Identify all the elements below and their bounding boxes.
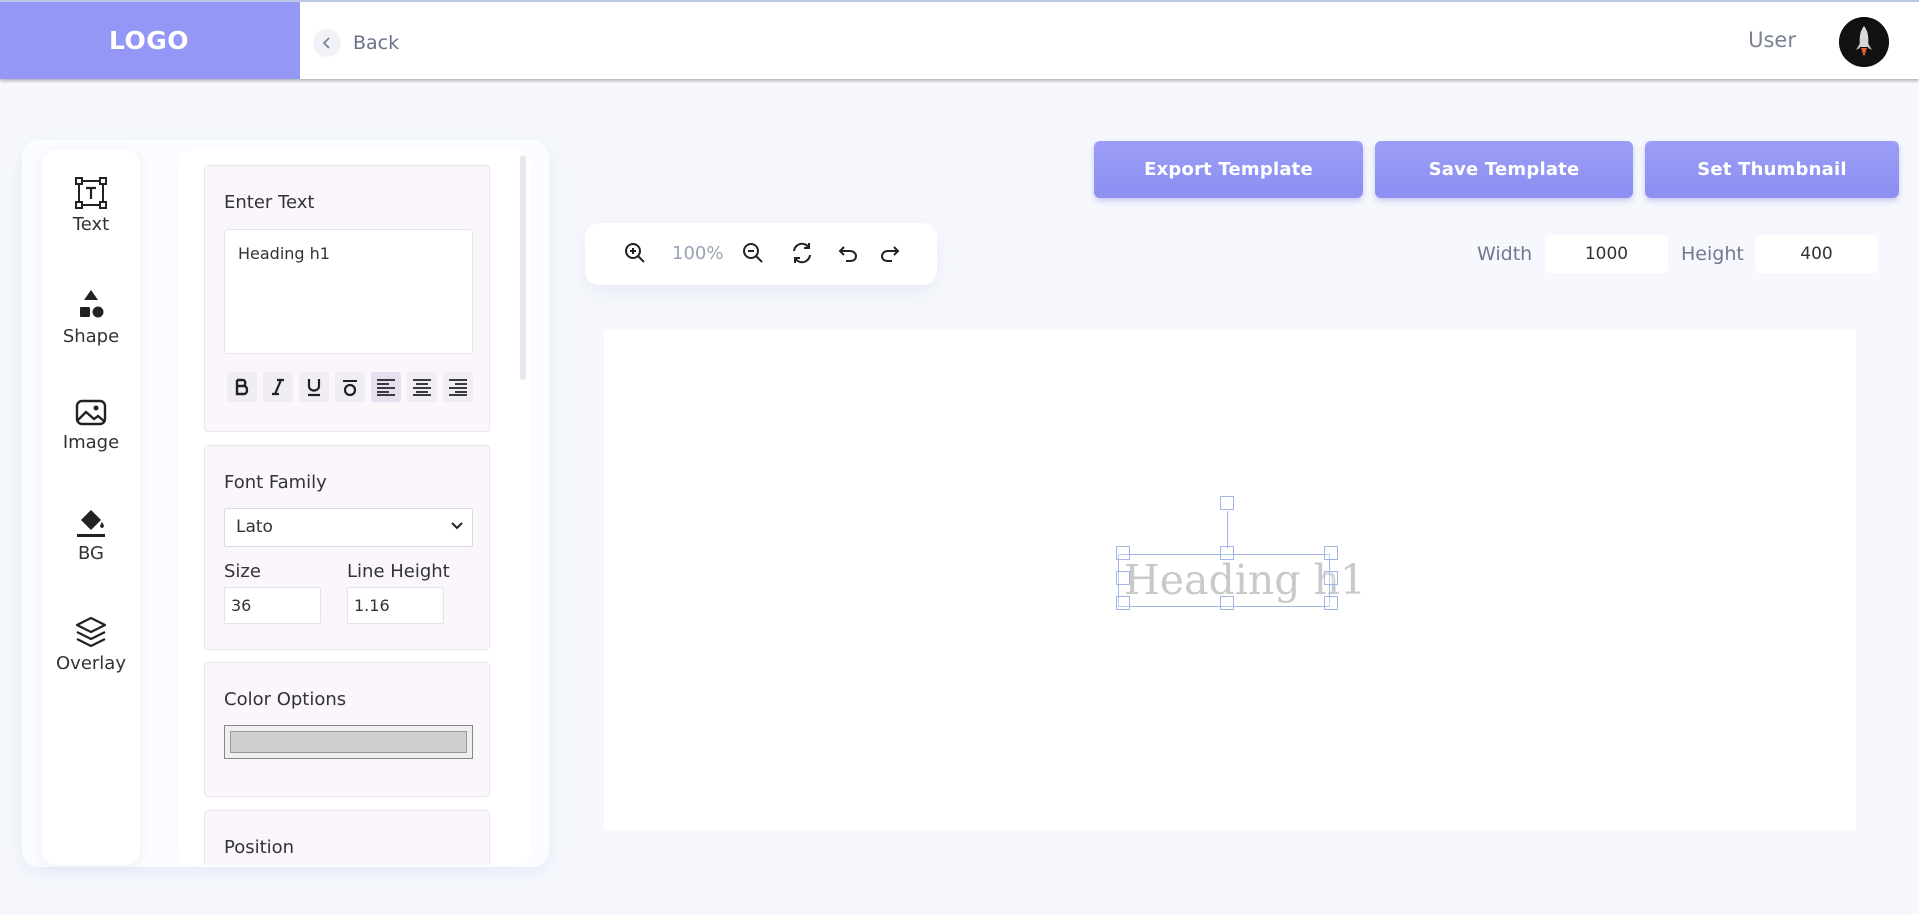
color-picker[interactable] xyxy=(224,725,473,759)
font-section: Font Family Lato Size 36 Line Height 1.1… xyxy=(204,445,490,650)
italic-button[interactable] xyxy=(263,372,293,402)
tool-image[interactable]: Image xyxy=(42,398,140,453)
resize-handle-mr[interactable] xyxy=(1324,571,1338,585)
align-right-icon xyxy=(449,379,467,396)
rotation-line xyxy=(1227,511,1228,549)
align-right-button[interactable] xyxy=(443,372,473,402)
export-template-button[interactable]: Export Template xyxy=(1094,141,1363,198)
section-title: Enter Text xyxy=(224,192,315,213)
strikethrough-icon xyxy=(343,380,357,397)
tool-overlay[interactable]: Overlay xyxy=(42,615,140,674)
properties-panel: Enter Text Heading h1 Font Family Lato S… xyxy=(178,150,530,865)
text-input[interactable]: Heading h1 xyxy=(224,229,473,354)
color-section: Color Options xyxy=(204,662,490,797)
resize-handle-bc[interactable] xyxy=(1220,596,1234,610)
tool-bg-label: BG xyxy=(78,543,104,564)
zoom-toolbar: 100% xyxy=(585,223,937,285)
back-button[interactable]: Back xyxy=(313,28,399,58)
top-header: LOGO Back User xyxy=(0,0,1919,79)
font-family-value: Lato xyxy=(236,517,273,537)
align-left-icon xyxy=(377,379,395,396)
tool-shape-label: Shape xyxy=(62,326,120,347)
size-label: Size xyxy=(224,561,261,582)
undo-icon[interactable] xyxy=(837,241,859,265)
set-thumbnail-button[interactable]: Set Thumbnail xyxy=(1645,141,1899,198)
tool-text-label: Text xyxy=(72,214,110,235)
height-label: Height xyxy=(1681,243,1744,265)
zoom-in-icon[interactable] xyxy=(623,241,647,265)
align-center-icon xyxy=(413,379,431,396)
width-input[interactable]: 1000 xyxy=(1545,235,1668,273)
resize-handle-tr[interactable] xyxy=(1324,546,1338,560)
save-template-button[interactable]: Save Template xyxy=(1375,141,1633,198)
size-input[interactable]: 36 xyxy=(224,587,321,624)
user-name: User xyxy=(1748,28,1796,52)
format-toolbar xyxy=(227,372,473,402)
tool-text[interactable]: Text xyxy=(42,176,140,235)
layers-icon xyxy=(75,616,107,648)
resize-handle-bl[interactable] xyxy=(1116,596,1130,610)
text-tool-icon xyxy=(75,177,107,209)
resize-handle-tc[interactable] xyxy=(1220,546,1234,560)
rocket-icon xyxy=(1839,17,1889,67)
underline-button[interactable] xyxy=(299,372,329,402)
underline-icon xyxy=(307,379,321,397)
logo[interactable]: LOGO xyxy=(0,2,300,79)
strikethrough-button[interactable] xyxy=(335,372,365,402)
tool-overlay-label: Overlay xyxy=(56,653,126,674)
tool-rail: Text Shape Image BG Overlay xyxy=(42,150,140,865)
color-swatch-fill xyxy=(230,731,467,753)
align-center-button[interactable] xyxy=(407,372,437,402)
width-label: Width xyxy=(1477,243,1533,265)
align-left-button[interactable] xyxy=(371,372,401,402)
section-title: Position xyxy=(224,837,295,858)
refresh-icon[interactable] xyxy=(790,241,814,265)
resize-handle-ml[interactable] xyxy=(1116,571,1130,585)
avatar[interactable] xyxy=(1839,17,1889,67)
line-height-label: Line Height xyxy=(347,561,450,582)
design-canvas[interactable]: Heading h1 xyxy=(604,330,1856,830)
shape-tool-icon xyxy=(80,290,104,318)
text-section: Enter Text Heading h1 xyxy=(204,165,490,432)
section-title: Color Options xyxy=(224,689,347,710)
image-tool-icon xyxy=(75,399,107,426)
position-section: Position xyxy=(204,810,490,865)
redo-icon[interactable] xyxy=(879,241,901,265)
chevron-left-icon xyxy=(313,29,341,57)
bold-icon xyxy=(235,378,249,396)
section-title: Font Family xyxy=(224,472,327,493)
paint-bucket-icon xyxy=(77,510,105,537)
font-family-select[interactable]: Lato xyxy=(224,508,473,547)
line-height-input[interactable]: 1.16 xyxy=(347,587,444,624)
zoom-level: 100% xyxy=(672,243,724,264)
height-input[interactable]: 400 xyxy=(1755,235,1878,273)
resize-handle-tl[interactable] xyxy=(1116,546,1130,560)
resize-handle-br[interactable] xyxy=(1324,596,1338,610)
tool-image-label: Image xyxy=(62,432,120,453)
zoom-out-icon[interactable] xyxy=(741,241,765,265)
italic-icon xyxy=(272,378,284,396)
tool-shape[interactable]: Shape xyxy=(42,288,140,347)
back-label: Back xyxy=(353,32,400,54)
bold-button[interactable] xyxy=(227,372,257,402)
rotate-handle[interactable] xyxy=(1220,496,1234,510)
panel-scrollbar[interactable] xyxy=(520,155,526,380)
chevron-down-icon xyxy=(451,522,463,530)
tool-bg[interactable]: BG xyxy=(42,505,140,564)
